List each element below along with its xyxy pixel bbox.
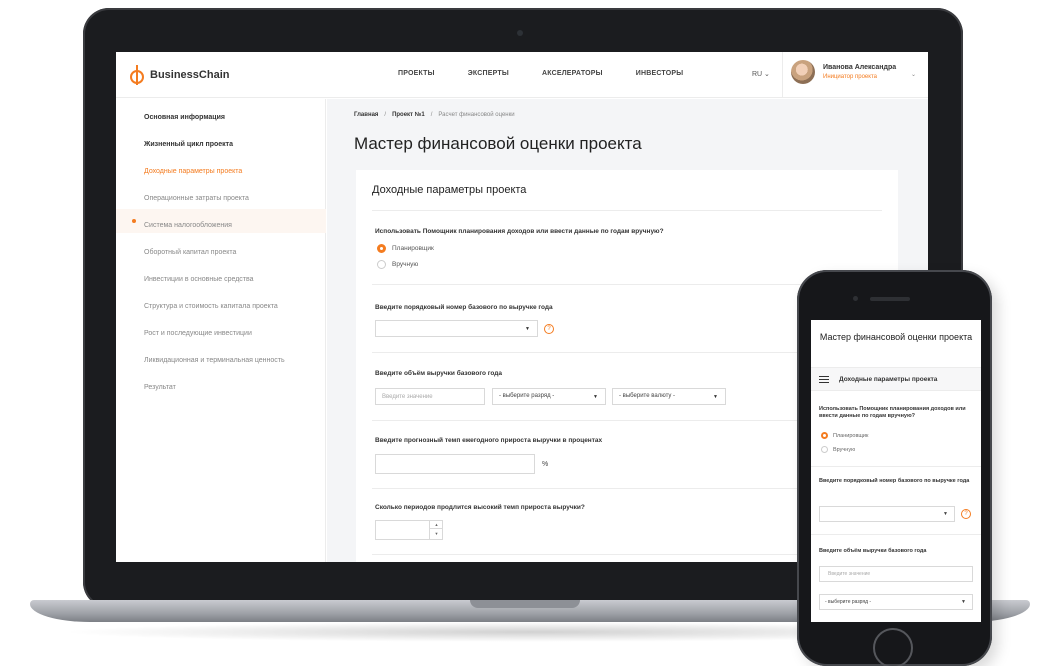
base-year-select[interactable]: ▼: [375, 320, 538, 337]
percent-unit: %: [542, 461, 549, 468]
stepper-buttons[interactable]: ▲ ▼: [429, 520, 443, 539]
question-base-revenue: Введите объём выручки базового года: [375, 370, 502, 377]
caret-down-icon: ▼: [961, 599, 966, 605]
nav-investors[interactable]: ИНВЕСТОРЫ: [636, 70, 684, 77]
sidebar-item-tax[interactable]: Система налогообложения: [144, 222, 232, 229]
question-growth-rate: Введите прогнозный темп ежегодного приро…: [375, 437, 603, 444]
sidebar-item-lifecycle[interactable]: Жизненный цикл проекта: [144, 141, 233, 148]
breadcrumb: Главная / Проект №1 / Расчет финансовой …: [354, 112, 515, 118]
nav-experts[interactable]: ЭКСПЕРТЫ: [468, 70, 509, 77]
phone-speaker: [870, 297, 910, 301]
phone-base-year-select[interactable]: ▼: [819, 506, 955, 522]
nav-accelerators[interactable]: АКСЕЛЕРАТОРЫ: [542, 70, 603, 77]
divider: [811, 534, 981, 535]
breadcrumb-project[interactable]: Проект №1: [392, 112, 425, 118]
phone-radio-manual-label[interactable]: Вручную: [833, 447, 855, 453]
radio-planner[interactable]: [377, 244, 386, 253]
divider: [811, 466, 981, 467]
logo-text: BusinessChain: [150, 69, 230, 81]
currency-select-value: - выберите валюту -: [619, 393, 676, 399]
divider: [372, 210, 882, 211]
active-dot-icon: [132, 219, 136, 223]
phone-radio-manual[interactable]: [821, 446, 828, 453]
phone-rank-select[interactable]: - выберите разряд - ▼: [819, 594, 973, 610]
topbar: BusinessChain ПРОЕКТЫ ЭКСПЕРТЫ АКСЕЛЕРАТ…: [116, 52, 928, 98]
sidebar-item-opex[interactable]: Операционные затраты проекта: [144, 195, 249, 202]
revenue-value-input[interactable]: Введите значение: [375, 388, 485, 405]
breadcrumb-home[interactable]: Главная: [354, 112, 378, 118]
sidebar: Основная информация Жизненный цикл проек…: [116, 99, 326, 562]
logo-icon: [130, 65, 144, 85]
main-nav: ПРОЕКТЫ ЭКСПЕРТЫ АКСЕЛЕРАТОРЫ ИНВЕСТОРЫ: [398, 70, 683, 77]
user-name[interactable]: Иванова Александра: [823, 64, 896, 71]
stepper-down-icon[interactable]: ▼: [430, 529, 443, 538]
caret-down-icon: ▼: [593, 394, 598, 400]
rank-select-value: - выберите разряд -: [499, 393, 555, 399]
phone-revenue-value-input[interactable]: Введите значение: [819, 566, 973, 582]
help-icon[interactable]: ?: [544, 324, 554, 334]
radio-manual[interactable]: [377, 260, 386, 269]
caret-down-icon: ▼: [713, 394, 718, 400]
language-select[interactable]: RU ⌄: [752, 70, 770, 78]
phone-section-label: Доходные параметры проекта: [839, 376, 938, 383]
laptop-notch: [470, 600, 580, 608]
question-planner: Использовать Помощник планирования доход…: [375, 228, 664, 235]
phone-camera: [853, 296, 858, 301]
sidebar-item-capital-structure[interactable]: Структура и стоимость капитала проекта: [144, 303, 278, 310]
sidebar-item-capex[interactable]: Инвестиции в основные средства: [144, 276, 254, 283]
help-icon[interactable]: ?: [961, 509, 971, 519]
phone-question-base-revenue: Введите объём выручки базового года: [819, 548, 927, 554]
sidebar-item-revenue-params[interactable]: Доходные параметры проекта: [144, 168, 242, 175]
phone-screen: Мастер финансовой оценки проекта Доходны…: [811, 320, 981, 622]
sidebar-item-terminal-value[interactable]: Ликвидационная и терминальная ценность: [144, 357, 285, 364]
phone-question-planner: Использовать Помощник планирования доход…: [819, 406, 966, 419]
card-title: Доходные параметры проекта: [372, 184, 527, 196]
nav-projects[interactable]: ПРОЕКТЫ: [398, 70, 435, 77]
avatar[interactable]: [791, 60, 815, 84]
question-base-year: Введите порядковый номер базового по выр…: [375, 304, 553, 311]
question-high-growth-periods: Сколько периодов продлится высокий темп …: [375, 504, 585, 511]
sidebar-item-result[interactable]: Результат: [144, 384, 176, 391]
breadcrumb-separator: /: [384, 112, 387, 118]
laptop-camera: [517, 30, 523, 36]
user-divider: [782, 52, 783, 98]
user-role: Инициатор проекта: [823, 74, 877, 80]
chevron-down-icon[interactable]: ⌄: [911, 71, 916, 78]
phone-question-base-year: Введите порядковый номер базового по выр…: [819, 478, 970, 484]
menu-icon[interactable]: [819, 376, 829, 383]
phone-page-title: Мастер финансовой оценки проекта: [819, 332, 973, 342]
breadcrumb-separator: /: [430, 112, 433, 118]
growth-rate-input[interactable]: [375, 454, 535, 474]
sidebar-active-highlight: [116, 209, 326, 233]
sidebar-item-basic-info[interactable]: Основная информация: [144, 114, 225, 121]
logo[interactable]: BusinessChain: [130, 65, 229, 85]
rank-select[interactable]: - выберите разряд - ▼: [492, 388, 606, 405]
phone-radio-planner-label[interactable]: Планировщик: [833, 433, 868, 439]
stepper-up-icon[interactable]: ▲: [430, 520, 443, 529]
breadcrumb-current: Расчет финансовой оценки: [438, 112, 515, 118]
phone-rank-select-value: - выберите разряд -: [825, 599, 872, 605]
phone-section-bar[interactable]: Доходные параметры проекта: [811, 367, 981, 391]
page-title: Мастер финансовой оценки проекта: [354, 134, 642, 153]
phone-radio-planner[interactable]: [821, 432, 828, 439]
caret-down-icon: ▼: [525, 326, 530, 332]
radio-manual-label[interactable]: Вручную: [392, 261, 418, 268]
radio-planner-label[interactable]: Планировщик: [392, 245, 434, 252]
currency-select[interactable]: - выберите валюту - ▼: [612, 388, 726, 405]
caret-down-icon: ▼: [943, 511, 948, 517]
sidebar-item-working-capital[interactable]: Оборотный капитал проекта: [144, 249, 236, 256]
phone-home-button: [873, 628, 913, 666]
sidebar-item-growth[interactable]: Рост и последующие инвестиции: [144, 330, 252, 337]
